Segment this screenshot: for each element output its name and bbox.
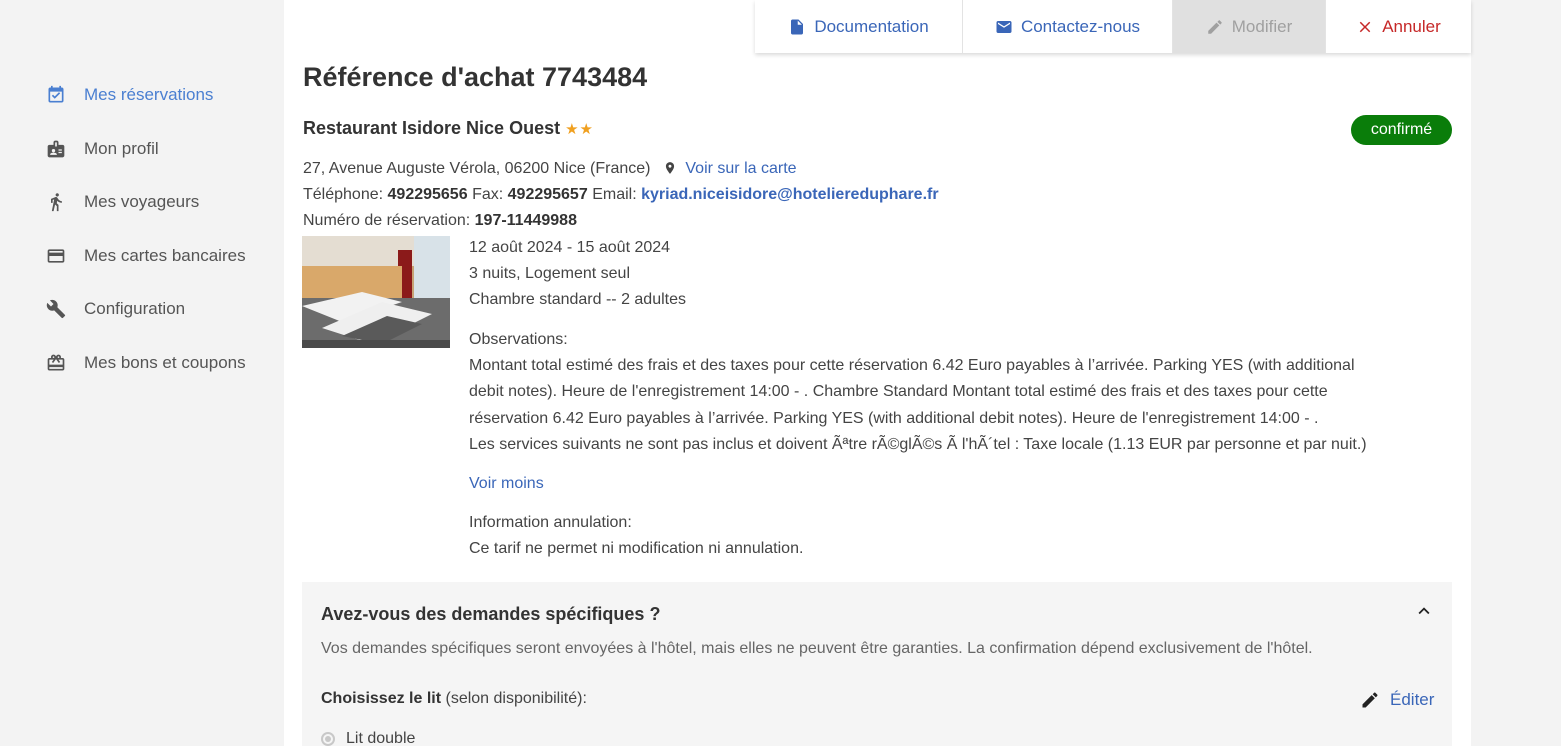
sidebar-item-reservations[interactable]: Mes réservations <box>46 83 213 107</box>
sidebar-item-label: Mon profil <box>84 139 159 158</box>
hotel-room-photo <box>302 236 450 348</box>
contact-line: Téléphone: 492295656 Fax: 492295657 Emai… <box>303 186 939 203</box>
hotel-address: 27, Avenue Auguste Vérola, 06200 Nice (F… <box>303 160 651 177</box>
email-link[interactable]: kyriad.niceisidore@hoteliereduphare.fr <box>641 186 938 203</box>
fax-number: 492295657 <box>507 186 588 203</box>
sidebar-item-label: Mes cartes bancaires <box>84 246 246 265</box>
pencil-icon <box>1362 692 1378 708</box>
see-less-link[interactable]: Voir moins <box>469 475 1439 493</box>
bed-option-double[interactable]: Lit double <box>321 730 415 746</box>
sidebar-item-bank-cards[interactable]: Mes cartes bancaires <box>46 244 246 268</box>
documentation-button[interactable]: Documentation <box>755 0 963 53</box>
id-card-icon <box>46 139 66 159</box>
stay-nights: 3 nuits, Logement seul <box>469 265 630 282</box>
map-pin-icon <box>663 160 677 181</box>
cancellation-text: Ce tarif ne permet ni modification ni an… <box>469 540 804 557</box>
map-link[interactable]: Voir sur la carte <box>685 160 796 177</box>
sidebar-item-vouchers[interactable]: Mes bons et coupons <box>46 351 246 375</box>
sidebar: Mes réservations Mon profil Mes voyageur… <box>0 0 284 746</box>
special-requests-description: Vos demandes spécifiques seront envoyées… <box>321 640 1313 657</box>
bed-choice-label: Choisissez le lit (selon disponibilité): <box>321 690 587 707</box>
sidebar-item-profile[interactable]: Mon profil <box>46 137 159 161</box>
mail-icon <box>996 20 1012 33</box>
close-icon <box>1359 21 1371 32</box>
reservation-number: 197-11449988 <box>474 212 577 229</box>
radio-button[interactable] <box>321 732 335 746</box>
chevron-up-icon[interactable] <box>1412 599 1436 623</box>
stay-dates-bold: 12 août 2024 - 15 août 2024 <box>469 239 671 256</box>
hotel-name: Restaurant Isidore Nice Ouest <box>303 118 561 138</box>
main-panel: Documentation Contactez-nous Modifier An… <box>284 0 1471 746</box>
page-title: Référence d'achat 7743484 <box>303 62 648 92</box>
special-requests-panel: Avez-vous des demandes spécifiques ? Vos… <box>302 582 1452 746</box>
credit-card-icon <box>46 246 66 266</box>
sidebar-item-label: Configuration <box>84 299 186 318</box>
contact-button[interactable]: Contactez-nous <box>963 0 1173 53</box>
phone-number: 492295656 <box>387 186 468 203</box>
hotel-address-line: 27, Avenue Auguste Vérola, 06200 Nice (F… <box>303 160 797 181</box>
pencil-icon <box>1208 19 1222 34</box>
observations-title: Observations: <box>469 331 568 348</box>
cancellation-title: Information annulation: <box>469 514 632 531</box>
walking-person-icon <box>46 192 66 212</box>
sidebar-item-label: Mes bons et coupons <box>84 353 246 372</box>
calendar-check-icon <box>46 85 66 105</box>
cancel-button[interactable]: Annuler <box>1326 0 1471 53</box>
modify-button[interactable]: Modifier <box>1173 0 1326 53</box>
sidebar-item-configuration[interactable]: Configuration <box>46 297 185 321</box>
star-rating-icon: ★★ <box>565 120 594 138</box>
status-badge: confirmé <box>1351 115 1452 145</box>
gift-card-icon <box>46 353 66 373</box>
sidebar-item-travelers[interactable]: Mes voyageurs <box>46 190 199 214</box>
room-type: Chambre standard -- 2 adultes <box>469 291 686 308</box>
hotel-header: Restaurant Isidore Nice Ouest ★★ <box>303 118 594 139</box>
tools-icon <box>46 299 66 319</box>
special-requests-title: Avez-vous des demandes spécifiques ? <box>321 604 661 624</box>
document-icon <box>791 19 804 34</box>
observations-text: Montant total estimé des frais et des ta… <box>469 357 1367 453</box>
action-bar: Documentation Contactez-nous Modifier An… <box>755 0 1471 53</box>
reservation-number-line: Numéro de réservation: 197-11449988 <box>303 212 577 229</box>
sidebar-item-label: Mes réservations <box>84 85 214 104</box>
sidebar-item-label: Mes voyageurs <box>84 192 200 211</box>
edit-button[interactable]: Éditer <box>1360 690 1434 710</box>
